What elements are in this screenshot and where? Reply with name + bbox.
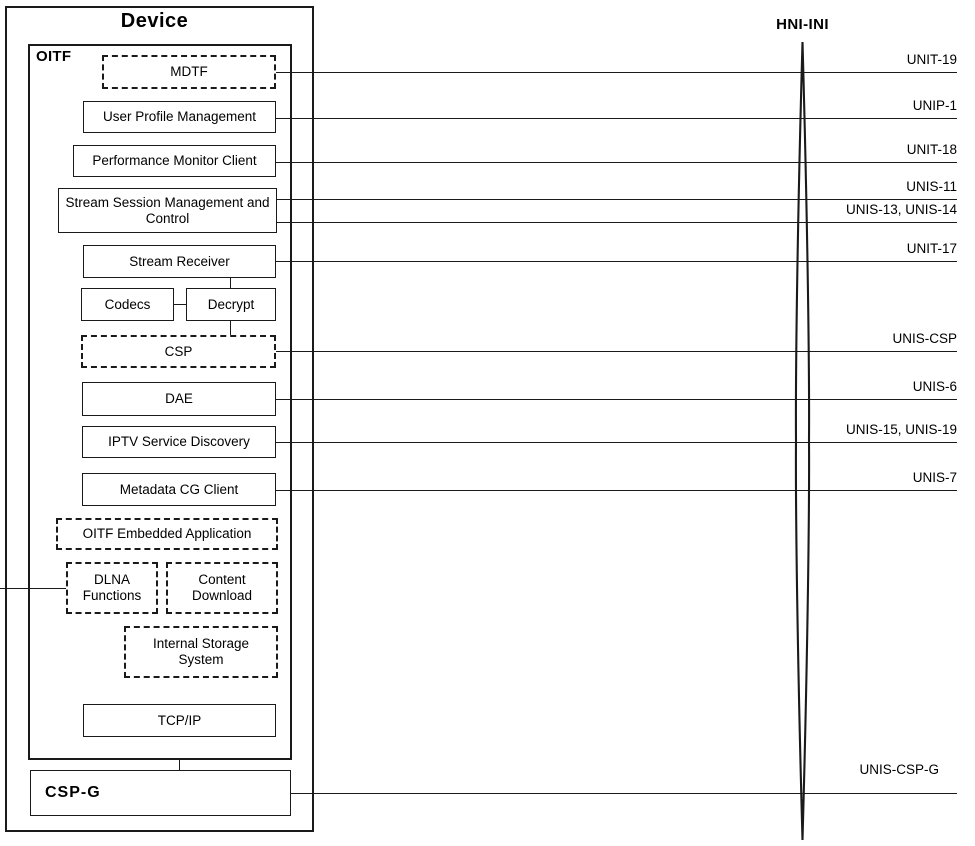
connector-codecs-decrypt — [174, 304, 186, 305]
line-unis-15-19 — [276, 442, 957, 443]
hni-ini-spindle — [794, 41, 811, 841]
label-unit-18: UNIT-18 — [906, 142, 957, 157]
box-internal-storage-system[interactable]: Internal Storage System — [124, 626, 278, 678]
label-unis-13-14: UNIS-13, UNIS-14 — [845, 202, 957, 217]
label-unis-15-19: UNIS-15, UNIS-19 — [845, 422, 957, 437]
line-unit-17 — [276, 261, 957, 262]
box-metadata-cg-client[interactable]: Metadata CG Client — [82, 473, 276, 506]
label-unit-17: UNIT-17 — [906, 241, 957, 256]
line-unis-6 — [276, 399, 957, 400]
box-tcp-ip[interactable]: TCP/IP — [83, 704, 276, 737]
box-decrypt[interactable]: Decrypt — [186, 288, 276, 321]
line-unip-1 — [276, 118, 957, 119]
line-unit-18 — [276, 162, 957, 163]
line-unis-7 — [276, 490, 957, 491]
label-unis-11: UNIS-11 — [906, 179, 957, 194]
label-unis-6: UNIS-6 — [912, 379, 957, 394]
label-unis-csp: UNIS-CSP — [892, 331, 957, 346]
architecture-diagram: Device OITF MDTF User Profile Management… — [0, 0, 975, 846]
box-stream-session-management[interactable]: Stream Session Management and Control — [58, 188, 277, 233]
box-dlna-functions[interactable]: DLNA Functions — [66, 562, 158, 614]
box-csp-g[interactable]: CSP-G — [30, 770, 291, 816]
box-content-download[interactable]: Content Download — [166, 562, 278, 614]
line-unis-13-14 — [277, 222, 957, 223]
connector-stream-receiver-decrypt — [230, 278, 231, 288]
line-unis-11 — [277, 199, 957, 200]
label-unis-7: UNIS-7 — [912, 470, 957, 485]
box-user-profile-management[interactable]: User Profile Management — [83, 101, 276, 133]
connector-decrypt-csp — [230, 321, 231, 335]
label-unip-1: UNIP-1 — [912, 98, 957, 113]
oitf-title: OITF — [36, 48, 72, 65]
line-unis-csp — [276, 351, 957, 352]
box-csp[interactable]: CSP — [81, 335, 276, 368]
hni-ini-title: HNI-INI — [776, 16, 829, 33]
device-title: Device — [120, 10, 189, 32]
label-unit-19: UNIT-19 — [906, 52, 957, 67]
label-unis-csp-g: UNIS-CSP-G — [859, 762, 939, 777]
connector-tcpip-cspg — [179, 760, 180, 771]
connector-dlna-external — [0, 588, 66, 589]
box-dae[interactable]: DAE — [82, 382, 276, 416]
box-oitf-embedded-application[interactable]: OITF Embedded Application — [56, 518, 278, 550]
line-unit-19 — [276, 72, 957, 73]
box-codecs[interactable]: Codecs — [81, 288, 174, 321]
box-stream-receiver[interactable]: Stream Receiver — [83, 245, 276, 278]
box-iptv-service-discovery[interactable]: IPTV Service Discovery — [82, 426, 276, 458]
line-unis-csp-g — [291, 793, 957, 794]
box-performance-monitor-client[interactable]: Performance Monitor Client — [73, 145, 276, 177]
box-mdtf[interactable]: MDTF — [102, 55, 276, 89]
